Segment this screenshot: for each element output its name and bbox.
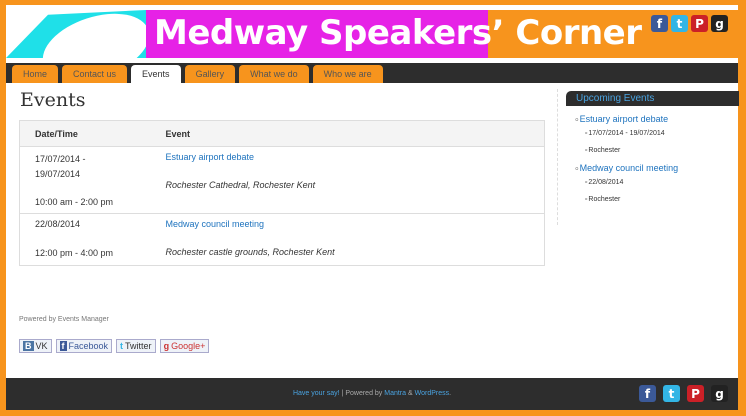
widget-title-upcoming-events: Upcoming Events: [566, 91, 739, 106]
footer-credits: Have your say! | Powered by Mantra & Wor…: [292, 390, 452, 397]
event-link[interactable]: Medway council meeting: [166, 219, 530, 229]
event-date-cell: 17/07/2014 - 19/07/2014 10:00 am - 2:00 …: [19, 146, 151, 214]
twitter-icon: t: [120, 341, 124, 351]
pinterest-icon[interactable]: P: [687, 385, 704, 402]
event-time: 12:00 pm - 4:00 pm: [35, 248, 114, 258]
nav-who-we-are[interactable]: Who we are: [312, 65, 383, 83]
footer-link-wordpress[interactable]: WordPress: [415, 390, 450, 397]
event-date-cell: 22/08/2014 12:00 pm - 4:00 pm: [20, 214, 151, 266]
vk-icon: В: [23, 341, 34, 351]
upcoming-event-date: 17/07/2014 - 19/07/2014: [584, 129, 678, 137]
upcoming-event-link[interactable]: Medway council meeting: [574, 163, 679, 174]
header-banner[interactable]: Medway Speakers’ Corner f t P g: [6, 5, 738, 58]
event-location: Rochester castle grounds, Rochester Kent: [165, 247, 335, 257]
nav-contact-us[interactable]: Contact us: [62, 65, 128, 83]
event-link[interactable]: Estuary airport debate: [166, 152, 530, 162]
footer-link-have-your-say[interactable]: Have your say!: [293, 390, 340, 397]
google-plus-icon: g: [163, 341, 170, 351]
page-title: Events: [20, 89, 86, 111]
footer-social-icons: f t P g: [639, 385, 728, 402]
nav-what-we-do[interactable]: What we do: [239, 65, 309, 83]
upcoming-event-date: 22/08/2014: [584, 178, 678, 186]
event-date-end: 19/07/2014: [35, 169, 81, 179]
upcoming-event-link[interactable]: Estuary airport debate: [574, 114, 678, 125]
nav-home[interactable]: Home: [12, 65, 59, 83]
table-row: 17/07/2014 - 19/07/2014 10:00 am - 2:00 …: [19, 146, 545, 214]
footer: Have your say! | Powered by Mantra & Wor…: [6, 378, 738, 410]
event-location: Rochester Cathedral, Rochester Kent: [165, 180, 316, 190]
nav-events[interactable]: Events: [131, 65, 181, 83]
event-info-cell: Estuary airport debate Rochester Cathedr…: [150, 146, 545, 214]
google-plus-icon[interactable]: g: [711, 15, 728, 32]
event-date-start: 22/08/2014: [35, 219, 81, 229]
upcoming-event-location: Rochester: [584, 195, 678, 203]
google-plus-icon[interactable]: g: [711, 385, 728, 402]
event-date-start: 17/07/2014 -: [35, 154, 86, 164]
facebook-icon: f: [59, 341, 67, 351]
vk-share-button[interactable]: В VK: [19, 339, 52, 353]
upcoming-event-location: Rochester: [584, 146, 678, 154]
page: Medway Speakers’ Corner f t P g Home Con…: [6, 5, 739, 410]
upcoming-events-list: Estuary airport debate 17/07/2014 - 19/0…: [574, 114, 679, 212]
site-title[interactable]: Medway Speakers’ Corner: [154, 13, 642, 53]
event-time: 10:00 am - 2:00 pm: [35, 197, 114, 207]
pinterest-icon[interactable]: P: [691, 15, 708, 32]
facebook-icon[interactable]: f: [651, 15, 668, 32]
share-buttons: В VK f Facebook t Twitter g Google+: [19, 339, 210, 353]
facebook-icon[interactable]: f: [639, 385, 656, 402]
table-row: 22/08/2014 12:00 pm - 4:00 pm Medway cou…: [20, 214, 545, 266]
footer-link-mantra[interactable]: Mantra: [384, 390, 406, 397]
main-content: Events Date/Time Event 17/07/2014 - 19/0…: [19, 89, 550, 266]
twitter-icon[interactable]: t: [671, 15, 688, 32]
event-info-cell: Medway council meeting Rochester castle …: [151, 214, 545, 266]
column-header-event: Event: [150, 120, 545, 147]
nav-gallery[interactable]: Gallery: [184, 65, 236, 83]
main-navigation: Home Contact us Events Gallery What we d…: [6, 63, 738, 83]
twitter-icon[interactable]: t: [663, 385, 680, 402]
sidebar: Upcoming Events Estuary airport debate 1…: [557, 89, 739, 225]
twitter-share-button[interactable]: t Twitter: [116, 339, 156, 353]
facebook-share-button[interactable]: f Facebook: [55, 339, 113, 353]
powered-by-events-manager[interactable]: Powered by Events Manager: [19, 316, 109, 323]
column-header-date: Date/Time: [19, 120, 151, 147]
header-social-icons: f t P g: [651, 15, 728, 32]
events-table: Date/Time Event 17/07/2014 - 19/07/2014 …: [19, 120, 545, 266]
google-plus-share-button[interactable]: g Google+: [159, 339, 210, 353]
